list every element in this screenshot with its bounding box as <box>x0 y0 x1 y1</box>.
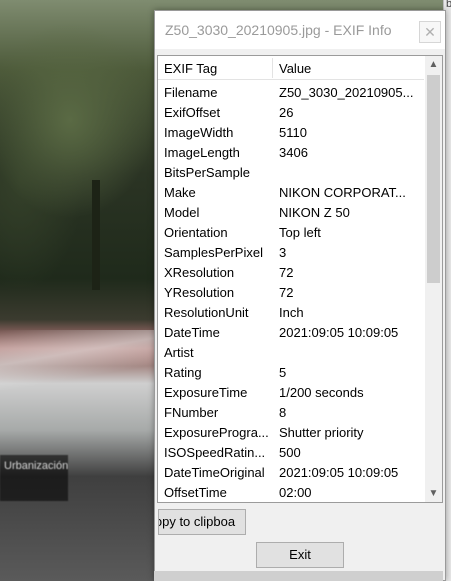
table-row[interactable]: Orientation Top left <box>158 222 424 242</box>
scroll-up-button[interactable]: ▲ <box>425 56 442 73</box>
value-cell: 2021:09:05 10:09:05 <box>279 325 399 340</box>
window-title: Z50_3030_20210905.jpg - EXIF Info <box>165 22 392 38</box>
value-cell: 8 <box>279 405 287 420</box>
chevron-down-icon: ▼ <box>428 488 439 499</box>
scroll-down-button[interactable]: ▼ <box>425 485 442 502</box>
tag-cell: ExposureTime <box>164 385 248 400</box>
tag-cell: YResolution <box>164 285 235 300</box>
list-header: EXIF Tag Value <box>158 56 424 80</box>
value-cell: 26 <box>279 105 294 120</box>
table-row[interactable]: YResolution 72 <box>158 282 424 302</box>
value-cell: NIKON Z 50 <box>279 205 350 220</box>
tag-cell: BitsPerSample <box>164 165 250 180</box>
close-icon: ✕ <box>424 24 436 40</box>
table-row[interactable]: ExifOffset 26 <box>158 102 424 122</box>
vertical-scrollbar[interactable]: ▲ ▼ <box>425 56 442 502</box>
table-row[interactable]: DateTimeOriginal 2021:09:05 10:09:05 <box>158 462 424 482</box>
value-cell: Z50_3030_20210905... <box>279 85 414 100</box>
value-cell: 1/200 seconds <box>279 385 364 400</box>
background-window-text-fragment: b <box>446 0 451 10</box>
value-cell: 02:00 <box>279 485 312 500</box>
tag-cell: Rating <box>164 365 202 380</box>
title-bar[interactable]: Z50_3030_20210905.jpg - EXIF Info ✕ <box>155 11 445 49</box>
table-row[interactable]: DateTime 2021:09:05 10:09:05 <box>158 322 424 342</box>
tag-cell: DateTimeOriginal <box>164 465 265 480</box>
table-row[interactable]: SamplesPerPixel 3 <box>158 242 424 262</box>
tag-cell: ISOSpeedRatin... <box>164 445 266 460</box>
table-row[interactable]: ISOSpeedRatin... 500 <box>158 442 424 462</box>
column-header-value[interactable]: Value <box>279 61 311 76</box>
value-cell: 72 <box>279 285 294 300</box>
tag-cell: DateTime <box>164 325 220 340</box>
tag-cell: Filename <box>164 85 218 100</box>
table-row[interactable]: Make NIKON CORPORAT... <box>158 182 424 202</box>
tag-cell: XResolution <box>164 265 235 280</box>
value-cell: 500 <box>279 445 301 460</box>
background-strip <box>154 571 443 581</box>
exit-button-label: Exit <box>289 547 311 562</box>
exif-list[interactable]: EXIF Tag Value Filename Z50_3030_20210905… <box>157 55 443 503</box>
table-row[interactable]: ImageLength 3406 <box>158 142 424 162</box>
tag-cell: OffsetTime <box>164 485 227 500</box>
table-row[interactable]: XResolution 72 <box>158 262 424 282</box>
photo-overlay-text: Urbanización Los Cerros 250m <box>0 455 68 501</box>
column-header-tag[interactable]: EXIF Tag <box>164 61 217 76</box>
tag-cell: ResolutionUnit <box>164 305 249 320</box>
road-stripe <box>0 330 160 390</box>
chevron-up-icon: ▲ <box>428 59 439 70</box>
tag-cell: ExposureProgra... <box>164 425 269 440</box>
tag-cell: ExifOffset <box>164 105 221 120</box>
copy-to-clipboard-button[interactable]: opy to clipboa <box>158 509 246 535</box>
value-cell: 3406 <box>279 145 308 160</box>
tag-cell: Make <box>164 185 196 200</box>
table-row[interactable]: Model NIKON Z 50 <box>158 202 424 222</box>
list-rows: Filename Z50_3030_20210905... ExifOffset 2… <box>158 82 424 502</box>
value-cell: Inch <box>279 305 304 320</box>
value-cell: Shutter priority <box>279 425 364 440</box>
column-divider[interactable] <box>272 58 273 78</box>
tag-cell: ImageWidth <box>164 125 234 140</box>
table-row[interactable]: Rating 5 <box>158 362 424 382</box>
value-cell: 5110 <box>279 125 307 140</box>
exit-button[interactable]: Exit <box>256 542 344 568</box>
table-row[interactable]: OffsetTime 02:00 <box>158 482 424 502</box>
exif-info-dialog: Z50_3030_20210905.jpg - EXIF Info ✕ EXIF… <box>154 10 446 581</box>
tag-cell: FNumber <box>164 405 219 420</box>
table-row[interactable]: ExposureProgra... Shutter priority <box>158 422 424 442</box>
copy-button-label: opy to clipboa <box>158 514 236 529</box>
value-cell: 3 <box>279 245 287 260</box>
tree-trunk <box>92 180 100 290</box>
value-cell: 72 <box>279 265 294 280</box>
tag-cell: Model <box>164 205 200 220</box>
table-row[interactable]: FNumber 8 <box>158 402 424 422</box>
tag-cell: Orientation <box>164 225 228 240</box>
value-cell: Top left <box>279 225 321 240</box>
tag-cell: ImageLength <box>164 145 240 160</box>
table-row[interactable]: ResolutionUnit Inch <box>158 302 424 322</box>
table-row[interactable]: ImageWidth 5110 <box>158 122 424 142</box>
scrollbar-thumb[interactable] <box>427 75 440 283</box>
table-row[interactable]: BitsPerSample <box>158 162 424 182</box>
tag-cell: Artist <box>164 345 194 360</box>
close-button[interactable]: ✕ <box>419 21 441 43</box>
value-cell: 2021:09:05 10:09:05 <box>279 465 399 480</box>
table-row[interactable]: ExposureTime 1/200 seconds <box>158 382 424 402</box>
tag-cell: SamplesPerPixel <box>164 245 263 260</box>
value-cell: NIKON CORPORAT... <box>279 185 406 200</box>
value-cell: 5 <box>279 365 287 380</box>
table-row[interactable]: Artist <box>158 342 424 362</box>
table-row[interactable]: Filename Z50_3030_20210905... <box>158 82 424 102</box>
